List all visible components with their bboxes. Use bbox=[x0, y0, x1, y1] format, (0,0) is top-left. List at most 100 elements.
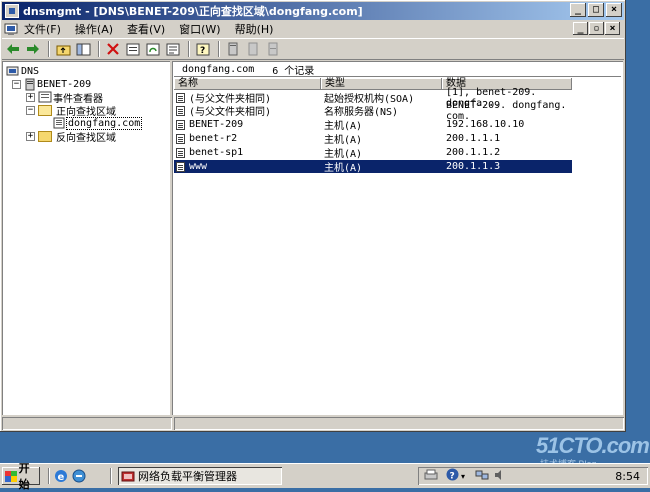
results-zone-name: dongfang.com bbox=[182, 64, 255, 75]
tree-label-forward-zones: 正向查找区域 bbox=[56, 106, 116, 118]
close-button[interactable]: × bbox=[606, 3, 622, 17]
record-data: 192.168.10.10 bbox=[446, 119, 525, 130]
status-cell bbox=[174, 417, 624, 430]
menu-help[interactable]: 帮助(H) bbox=[228, 21, 281, 37]
menu-view[interactable]: 查看(V) bbox=[120, 21, 172, 37]
expand-toggle[interactable]: + bbox=[26, 92, 35, 102]
svg-text:e: e bbox=[58, 472, 65, 483]
menu-window[interactable]: 窗口(W) bbox=[172, 21, 227, 37]
start-button[interactable]: 开始 bbox=[2, 462, 40, 491]
record-icon bbox=[176, 92, 185, 103]
expand-toggle[interactable]: + bbox=[26, 131, 35, 141]
record-name: benet-sp1 bbox=[189, 147, 244, 158]
server-icon[interactable] bbox=[224, 40, 242, 58]
record-name: (与父文件夹相同) bbox=[189, 107, 272, 118]
collapse-toggle[interactable]: − bbox=[12, 79, 21, 89]
menu-action[interactable]: 操作(A) bbox=[68, 21, 120, 37]
forward-arrow-icon[interactable] bbox=[24, 40, 42, 58]
taskbar-button-nlb[interactable]: 网络负载平衡管理器 bbox=[118, 467, 282, 485]
record-icon bbox=[176, 147, 185, 158]
help-tray-icon[interactable]: ? bbox=[446, 468, 459, 484]
dns-tree-icon bbox=[6, 66, 19, 76]
record-type: 主机(A) bbox=[324, 163, 363, 174]
tree-node-server[interactable]: − BENET-209 bbox=[12, 78, 92, 90]
printer-tray-icon[interactable] bbox=[424, 469, 438, 484]
taskbar-separator bbox=[110, 468, 112, 484]
tree-node-dns[interactable]: DNS bbox=[6, 65, 40, 77]
taskbar: 开始 e 网络负载平衡管理器 ? ▾ 8:54 bbox=[0, 462, 650, 491]
menu-file[interactable]: 文件(F) bbox=[2, 21, 68, 37]
windows-logo-icon bbox=[5, 470, 17, 482]
mdi-minimize-button[interactable]: _ bbox=[573, 22, 588, 35]
status-cell bbox=[2, 417, 172, 430]
record-data: 200.1.1.3 bbox=[446, 161, 501, 172]
table-row[interactable]: BENET-209 主机(A) 192.168.10.10 bbox=[174, 118, 572, 132]
record-data: 200.1.1.1 bbox=[446, 133, 501, 144]
properties-icon[interactable] bbox=[124, 40, 142, 58]
up-folder-icon[interactable] bbox=[54, 40, 72, 58]
record-icon bbox=[176, 105, 185, 116]
network-tray-icon[interactable] bbox=[475, 469, 489, 484]
refresh-icon[interactable] bbox=[144, 40, 162, 58]
mdi-close-button[interactable]: × bbox=[605, 22, 620, 35]
toolbar-separator bbox=[218, 41, 220, 57]
mdi-console-icon[interactable] bbox=[4, 22, 18, 36]
record-name: benet-r2 bbox=[189, 133, 238, 144]
start-label: 开始 bbox=[18, 462, 30, 491]
results-pane: dongfang.com 6 个记录 名称 类型 数据 (与父文件夹相同) 起始… bbox=[172, 61, 623, 415]
table-row-selected[interactable]: www 主机(A) 200.1.1.3 bbox=[174, 160, 572, 174]
tree-node-reverse-zones[interactable]: + 反向查找区域 bbox=[26, 130, 117, 144]
toolbar-separator bbox=[98, 41, 100, 57]
server3-icon[interactable] bbox=[264, 40, 282, 58]
svg-text:?: ? bbox=[200, 46, 205, 56]
title-bar[interactable]: dnsmgmt - [DNS\BENET-209\正向查找区域\dongfang… bbox=[2, 2, 624, 20]
record-type: 主机(A) bbox=[324, 121, 363, 132]
console-tree[interactable]: DNS − BENET-209 + 事件查看器 − 正向查找区域 dongfan… bbox=[2, 61, 170, 415]
delete-icon[interactable] bbox=[104, 40, 122, 58]
table-row[interactable]: (与父文件夹相同) 名称服务器(NS) BENET-209. dongfang.… bbox=[174, 100, 572, 122]
quicklaunch-icon[interactable] bbox=[72, 469, 86, 483]
record-icon bbox=[176, 133, 185, 144]
back-arrow-icon[interactable] bbox=[4, 40, 22, 58]
mdi-restore-button[interactable]: ▫ bbox=[589, 22, 604, 35]
maximize-button[interactable]: □ bbox=[588, 3, 604, 17]
svg-text:?: ? bbox=[450, 472, 455, 482]
help-icon[interactable]: ? bbox=[194, 40, 212, 58]
tree-node-forward-zones[interactable]: − 正向查找区域 bbox=[26, 104, 117, 118]
column-header-type[interactable]: 类型 bbox=[321, 78, 442, 90]
toolbar-separator bbox=[188, 41, 190, 57]
record-type: 名称服务器(NS) bbox=[324, 107, 399, 118]
volume-tray-icon[interactable] bbox=[493, 469, 505, 484]
record-name: BENET-209 bbox=[189, 119, 244, 130]
tree-label-dns: DNS bbox=[21, 65, 40, 77]
record-data: 200.1.1.2 bbox=[446, 147, 501, 158]
clock[interactable]: 8:54 bbox=[615, 470, 640, 483]
table-row[interactable]: benet-r2 主机(A) 200.1.1.1 bbox=[174, 132, 572, 146]
record-count: 6 个记录 bbox=[272, 66, 315, 77]
system-tray: ? ▾ 8:54 bbox=[418, 467, 648, 485]
show-hide-tree-icon[interactable] bbox=[74, 40, 92, 58]
dns-app-icon bbox=[5, 4, 19, 18]
collapse-toggle[interactable]: − bbox=[26, 105, 35, 115]
status-bar bbox=[2, 417, 624, 430]
record-icon bbox=[176, 161, 185, 172]
tree-node-zone[interactable]: dongfang.com bbox=[52, 116, 143, 130]
watermark-logo: 51CTO.com bbox=[536, 433, 650, 458]
table-row[interactable]: benet-sp1 主机(A) 200.1.1.2 bbox=[174, 146, 572, 160]
nlb-manager-icon bbox=[121, 471, 135, 482]
column-header-name[interactable]: 名称 bbox=[174, 78, 321, 90]
window-title: dnsmgmt - [DNS\BENET-209\正向查找区域\dongfang… bbox=[23, 5, 363, 18]
results-header: dongfang.com 6 个记录 bbox=[174, 63, 621, 77]
record-name: www bbox=[189, 161, 208, 172]
server-tree-icon bbox=[25, 78, 35, 90]
server2-icon[interactable] bbox=[244, 40, 262, 58]
tree-node-event-viewer[interactable]: + 事件查看器 bbox=[26, 91, 104, 105]
tree-label-reverse-zones: 反向查找区域 bbox=[56, 132, 116, 144]
minimize-button[interactable]: _ bbox=[570, 3, 586, 17]
record-type: 主机(A) bbox=[324, 149, 363, 160]
ie-icon[interactable]: e bbox=[54, 469, 68, 483]
export-icon[interactable] bbox=[164, 40, 182, 58]
tray-expand-icon[interactable]: ▾ bbox=[461, 472, 465, 481]
toolbar: ? bbox=[2, 38, 624, 60]
folder-icon bbox=[38, 130, 52, 142]
